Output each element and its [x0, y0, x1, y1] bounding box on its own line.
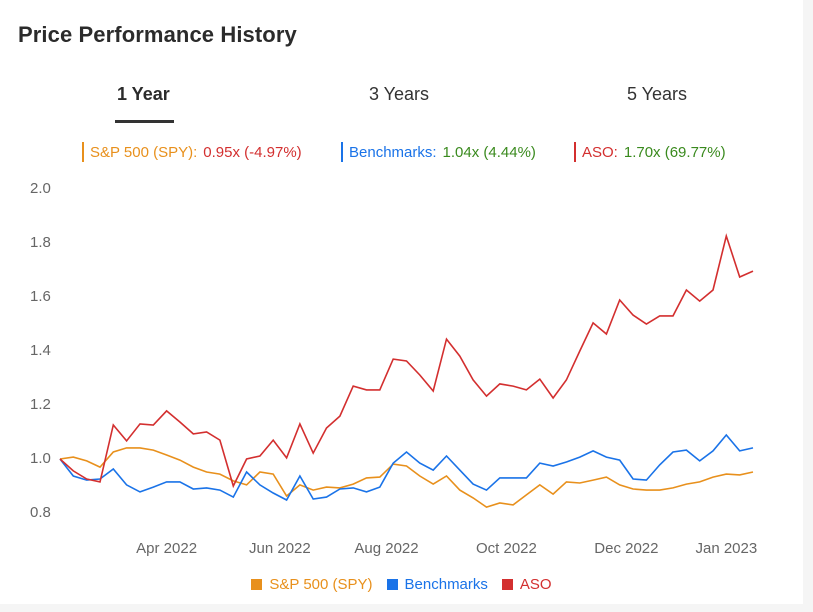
legend-item-spy[interactable]: S&P 500 (SPY)	[251, 576, 373, 593]
legend-label-spy: S&P 500 (SPY)	[269, 576, 373, 593]
chart-legend: S&P 500 (SPY) Benchmarks ASO	[0, 576, 803, 593]
line-chart	[59, 233, 754, 508]
legend-swatch-benchmarks	[386, 579, 398, 590]
legend-swatch-spy	[251, 579, 263, 590]
legend-item-aso[interactable]: ASO	[501, 576, 552, 593]
legend-swatch-aso	[501, 579, 513, 590]
legend-item-benchmarks[interactable]: Benchmarks	[386, 576, 488, 593]
legend-label-benchmarks: Benchmarks	[404, 576, 488, 593]
series-line-aso[interactable]	[59, 233, 754, 489]
legend-label-aso: ASO	[519, 576, 552, 593]
price-performance-panel: Price Performance History 1 Year 3 Years…	[0, 0, 803, 604]
